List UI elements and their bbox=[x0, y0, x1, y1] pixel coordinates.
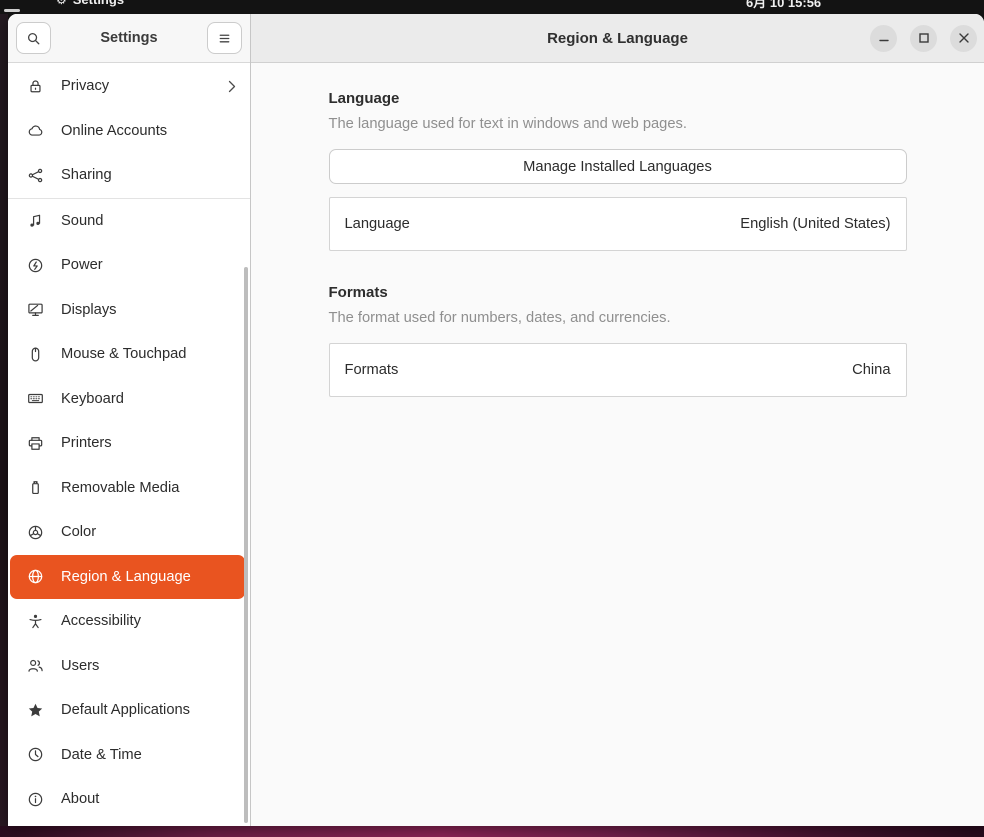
sidebar-item-date-time[interactable]: Date & Time bbox=[8, 733, 250, 778]
gear-icon: ⚙ bbox=[56, 0, 67, 7]
hamburger-menu-icon bbox=[217, 31, 232, 46]
display-icon bbox=[27, 301, 44, 318]
sidebar-item-label: Power bbox=[61, 257, 103, 273]
search-icon bbox=[26, 31, 41, 46]
info-icon bbox=[27, 791, 44, 808]
sidebar-item-label: About bbox=[61, 791, 99, 807]
desktop-wallpaper-left bbox=[0, 14, 8, 826]
sidebar-header: Settings bbox=[8, 14, 250, 63]
sidebar-item-sharing[interactable]: Sharing bbox=[8, 153, 250, 198]
color-wheel-icon bbox=[27, 524, 44, 541]
printer-icon bbox=[27, 435, 44, 452]
sidebar-item-label: Online Accounts bbox=[61, 123, 167, 139]
main-pane: Region & Language Language The language … bbox=[251, 14, 984, 826]
topbar-app-menu[interactable]: ⚙ Settings bbox=[56, 0, 124, 7]
search-button[interactable] bbox=[16, 22, 51, 54]
system-top-bar: ⚙ Settings 6月 10 15:56 bbox=[0, 0, 984, 14]
settings-window: Settings Privacy bbox=[8, 14, 984, 826]
sidebar-item-privacy[interactable]: Privacy bbox=[8, 64, 250, 109]
sidebar-list: Privacy Online Accounts Sharing bbox=[8, 63, 250, 826]
sidebar-item-label: Printers bbox=[61, 435, 112, 451]
clock-icon bbox=[27, 746, 44, 763]
share-icon bbox=[27, 167, 44, 184]
chevron-right-icon bbox=[228, 80, 237, 93]
sidebar-item-users[interactable]: Users bbox=[8, 644, 250, 689]
sidebar-item-color[interactable]: Color bbox=[8, 510, 250, 555]
maximize-button[interactable] bbox=[910, 25, 937, 52]
maximize-icon bbox=[918, 32, 930, 44]
power-icon bbox=[27, 257, 44, 274]
sidebar-item-region-language[interactable]: Region & Language bbox=[10, 555, 245, 600]
sidebar-item-keyboard[interactable]: Keyboard bbox=[8, 377, 250, 422]
star-icon bbox=[27, 702, 44, 719]
language-row-label: Language bbox=[345, 216, 410, 232]
formats-row-label: Formats bbox=[345, 362, 399, 378]
sidebar-item-label: Users bbox=[61, 658, 99, 674]
activities-indicator[interactable] bbox=[4, 9, 20, 12]
close-button[interactable] bbox=[950, 25, 977, 52]
desktop-wallpaper-bottom bbox=[0, 826, 984, 837]
sidebar-item-displays[interactable]: Displays bbox=[8, 288, 250, 333]
page-title: Region & Language bbox=[547, 30, 688, 47]
formats-section: Formats The format used for numbers, dat… bbox=[329, 284, 907, 397]
language-row-value: English (United States) bbox=[740, 216, 890, 232]
sidebar-item-label: Mouse & Touchpad bbox=[61, 346, 186, 362]
sidebar-item-label: Accessibility bbox=[61, 613, 141, 629]
sidebar-item-sound[interactable]: Sound bbox=[8, 199, 250, 244]
sidebar-item-about[interactable]: About bbox=[8, 777, 250, 822]
primary-menu-button[interactable] bbox=[207, 22, 242, 54]
sidebar-scrollbar[interactable] bbox=[244, 267, 248, 823]
topbar-clock[interactable]: 6月 10 15:56 bbox=[746, 0, 821, 11]
sidebar-item-label: Removable Media bbox=[61, 480, 179, 496]
window-controls bbox=[870, 14, 977, 62]
language-section: Language The language used for text in w… bbox=[329, 90, 907, 251]
accessibility-icon bbox=[27, 613, 44, 630]
cloud-icon bbox=[27, 122, 44, 139]
sidebar-item-label: Color bbox=[61, 524, 96, 540]
manage-installed-languages-button[interactable]: Manage Installed Languages bbox=[329, 149, 907, 184]
sidebar-item-label: Sharing bbox=[61, 167, 112, 183]
window-headerbar: Region & Language bbox=[251, 14, 984, 63]
sidebar-title: Settings bbox=[100, 30, 157, 46]
sidebar-item-label: Keyboard bbox=[61, 391, 124, 407]
sidebar: Settings Privacy bbox=[8, 14, 251, 826]
users-icon bbox=[27, 657, 44, 674]
mouse-icon bbox=[27, 346, 44, 363]
usb-stick-icon bbox=[27, 479, 44, 496]
sidebar-item-label: Default Applications bbox=[61, 702, 190, 718]
close-icon bbox=[958, 32, 970, 44]
globe-icon bbox=[27, 568, 44, 585]
sidebar-item-printers[interactable]: Printers bbox=[8, 421, 250, 466]
minimize-button[interactable] bbox=[870, 25, 897, 52]
sidebar-item-label: Sound bbox=[61, 213, 103, 229]
formats-card: Formats China bbox=[329, 343, 907, 397]
sidebar-item-accessibility[interactable]: Accessibility bbox=[8, 599, 250, 644]
sidebar-item-mouse-touchpad[interactable]: Mouse & Touchpad bbox=[8, 332, 250, 377]
music-note-icon bbox=[27, 212, 44, 229]
sidebar-item-label: Privacy bbox=[61, 78, 109, 94]
formats-section-title: Formats bbox=[329, 284, 907, 301]
formats-row-value: China bbox=[852, 362, 890, 378]
language-section-description: The language used for text in windows an… bbox=[329, 116, 907, 132]
language-row[interactable]: Language English (United States) bbox=[330, 198, 906, 250]
sidebar-item-label: Date & Time bbox=[61, 747, 142, 763]
keyboard-icon bbox=[27, 390, 44, 407]
lock-icon bbox=[27, 78, 44, 95]
formats-row[interactable]: Formats China bbox=[330, 344, 906, 396]
sidebar-item-label: Region & Language bbox=[61, 569, 191, 585]
region-language-content: Language The language used for text in w… bbox=[329, 63, 907, 397]
sidebar-item-online-accounts[interactable]: Online Accounts bbox=[8, 109, 250, 154]
topbar-app-title: Settings bbox=[73, 0, 124, 7]
language-section-title: Language bbox=[329, 90, 907, 107]
sidebar-item-power[interactable]: Power bbox=[8, 243, 250, 288]
minimize-icon bbox=[878, 32, 890, 44]
sidebar-item-removable-media[interactable]: Removable Media bbox=[8, 466, 250, 511]
language-card: Language English (United States) bbox=[329, 197, 907, 251]
formats-section-description: The format used for numbers, dates, and … bbox=[329, 310, 907, 326]
sidebar-item-default-applications[interactable]: Default Applications bbox=[8, 688, 250, 733]
sidebar-item-label: Displays bbox=[61, 302, 117, 318]
